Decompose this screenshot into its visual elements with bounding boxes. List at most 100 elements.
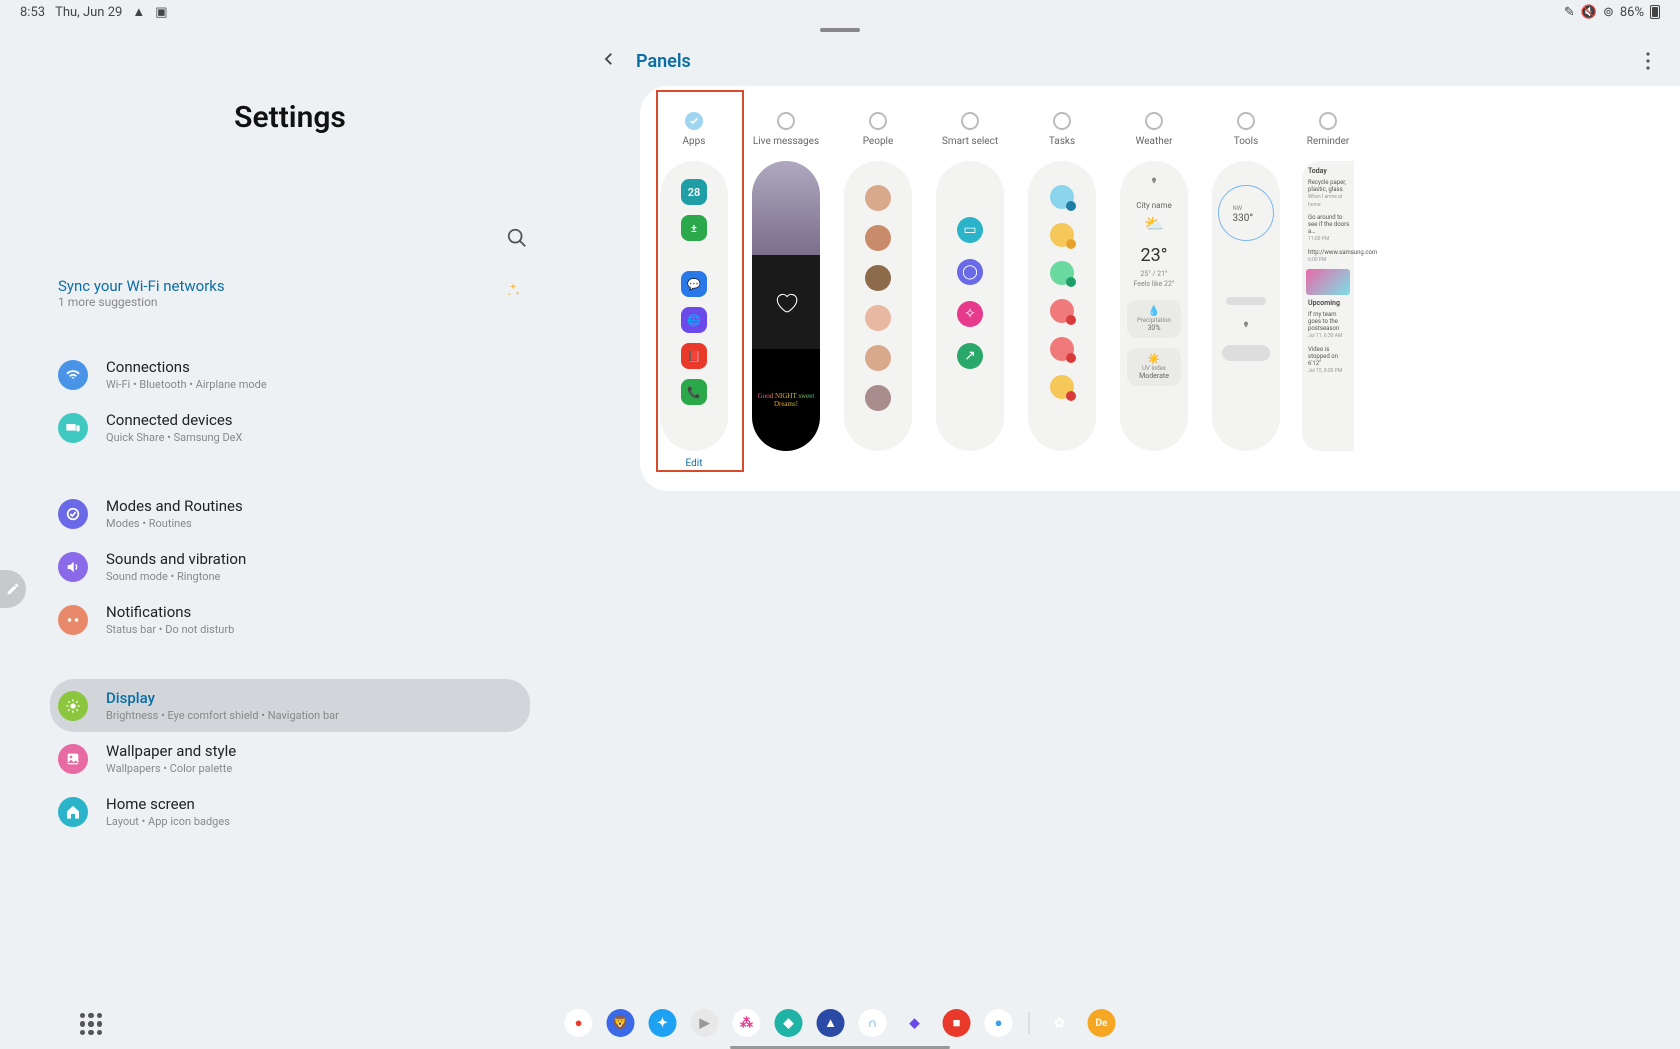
panel-label: People bbox=[863, 136, 894, 147]
radio-smartselect[interactable] bbox=[961, 112, 979, 130]
settings-item-notifications[interactable]: Notifications Status bar • Do not distur… bbox=[50, 593, 530, 646]
settings-item-connected-devices[interactable]: Connected devices Quick Share • Samsung … bbox=[50, 401, 530, 454]
back-button[interactable] bbox=[600, 50, 618, 72]
weather-uv: ☀️ UV Index Moderate bbox=[1127, 348, 1181, 386]
dock-app[interactable]: ✿ bbox=[1046, 1009, 1074, 1037]
suggestion-row[interactable]: Sync your Wi-Fi networks 1 more suggesti… bbox=[50, 271, 530, 315]
panels-card: Apps 28±💬🌐📕📞Edit Live messages Good NIGH… bbox=[640, 86, 1680, 491]
lm-tile bbox=[752, 255, 820, 349]
separator bbox=[50, 331, 530, 332]
app-icon: 💬 bbox=[681, 271, 707, 297]
status-bar: 8:53 Thu, Jun 29 ▲ ▣ ✎ 🔇 ⊚ 86% bbox=[0, 0, 1680, 24]
reminder-item: Recycle paper, plastic, glassWhen I arri… bbox=[1308, 179, 1350, 208]
settings-title: Settings bbox=[50, 100, 530, 135]
dock-app[interactable]: ◆ bbox=[775, 1009, 803, 1037]
radio-apps[interactable] bbox=[685, 112, 703, 130]
weather-city: City name bbox=[1136, 201, 1172, 210]
panel-smart-select[interactable]: Smart select ▭◯✧↗ bbox=[936, 106, 1004, 471]
settings-item-label: Modes and Routines bbox=[106, 497, 243, 515]
settings-item-display[interactable]: Display Brightness • Eye comfort shield … bbox=[50, 679, 530, 732]
weather-sub: 25° / 21° Feels like 22° bbox=[1133, 270, 1174, 290]
panel-label: Reminder bbox=[1307, 136, 1350, 147]
suggestion-title: Sync your Wi-Fi networks bbox=[58, 277, 225, 295]
settings-item-sub: Brightness • Eye comfort shield • Naviga… bbox=[106, 709, 339, 722]
smart-select-icon: ✧ bbox=[957, 301, 983, 327]
settings-item-sounds-and-vibration[interactable]: Sounds and vibration Sound mode • Ringto… bbox=[50, 540, 530, 593]
dock-app[interactable]: ▶ bbox=[691, 1009, 719, 1037]
dock: ● 🦁 ✦ ▶ ⁂ ◆ ▲ ∩ ◆ ■ ● ✿ De bbox=[553, 1003, 1128, 1043]
edit-link[interactable]: Edit bbox=[686, 458, 703, 469]
settings-item-label: Connections bbox=[106, 358, 267, 376]
more-vert-icon bbox=[1646, 52, 1650, 70]
panel-people[interactable]: People bbox=[844, 106, 912, 471]
dock-app[interactable]: ∩ bbox=[859, 1009, 887, 1037]
drag-handle[interactable] bbox=[820, 28, 860, 32]
radio-people[interactable] bbox=[869, 112, 887, 130]
check-icon bbox=[689, 116, 699, 126]
settings-item-wallpaper-and-style[interactable]: Wallpaper and style Wallpapers • Color p… bbox=[50, 732, 530, 785]
dock-app[interactable]: ⁂ bbox=[733, 1009, 761, 1037]
panel-tools[interactable]: Tools NW 330° bbox=[1212, 106, 1280, 471]
settings-item-sub: Sound mode • Ringtone bbox=[106, 570, 246, 583]
people-preview bbox=[844, 161, 912, 451]
radio-tasks[interactable] bbox=[1053, 112, 1071, 130]
settings-item-label: Connected devices bbox=[106, 411, 242, 429]
task-icon bbox=[1050, 223, 1074, 247]
smartselect-preview: ▭◯✧↗ bbox=[936, 161, 1004, 451]
mute-icon: 🔇 bbox=[1581, 6, 1597, 19]
dock-app[interactable]: ▲ bbox=[817, 1009, 845, 1037]
warning-icon: ▲ bbox=[132, 6, 145, 19]
dock-app[interactable]: ● bbox=[565, 1009, 593, 1037]
panel-reminder[interactable]: Reminder Today Recycle paper, plastic, g… bbox=[1304, 106, 1352, 471]
settings-item-label: Home screen bbox=[106, 795, 230, 813]
radio-livemsg[interactable] bbox=[777, 112, 795, 130]
panel-tasks[interactable]: Tasks bbox=[1028, 106, 1096, 471]
grey-pill bbox=[1222, 345, 1270, 361]
dock-app[interactable]: 🦁 bbox=[607, 1009, 635, 1037]
settings-item-connections[interactable]: Connections Wi-Fi • Bluetooth • Airplane… bbox=[50, 348, 530, 401]
avatar bbox=[865, 385, 891, 411]
pen-icon: ✎ bbox=[1564, 6, 1575, 19]
app-drawer-button[interactable] bbox=[80, 1013, 102, 1035]
battery-percent: 86% bbox=[1620, 5, 1644, 20]
reminder-item: http://www.samsung.com6:00 PM bbox=[1308, 249, 1377, 263]
settings-item-sub: Status bar • Do not disturb bbox=[106, 623, 234, 636]
reminder-item: Video is stopped on 6'12"Jul 15, 8:00 PM bbox=[1308, 346, 1350, 375]
settings-item-home-screen[interactable]: Home screen Layout • App icon badges bbox=[50, 785, 530, 838]
heart-icon bbox=[773, 289, 799, 315]
image-icon: ▣ bbox=[155, 6, 167, 19]
dock-app[interactable]: ◆ bbox=[901, 1009, 929, 1037]
settings-item-sub: Modes • Routines bbox=[106, 517, 243, 530]
settings-item-sub: Layout • App icon badges bbox=[106, 815, 230, 828]
settings-item-icon bbox=[58, 744, 88, 774]
task-icon bbox=[1050, 337, 1074, 361]
panel-label: Weather bbox=[1136, 136, 1173, 147]
settings-item-icon bbox=[58, 691, 88, 721]
more-button[interactable] bbox=[1636, 49, 1660, 73]
radio-reminder[interactable] bbox=[1319, 112, 1337, 130]
task-icon bbox=[1050, 185, 1074, 209]
reminder-upcoming: Upcoming bbox=[1308, 299, 1340, 307]
dock-app[interactable]: ■ bbox=[943, 1009, 971, 1037]
panel-weather[interactable]: Weather City name ⛅ 23° 25° / 21° Feels … bbox=[1120, 106, 1188, 471]
separator bbox=[669, 255, 719, 257]
settings-item-icon bbox=[58, 552, 88, 582]
search-button[interactable] bbox=[504, 225, 530, 251]
panel-apps[interactable]: Apps 28±💬🌐📕📞Edit bbox=[660, 106, 728, 471]
settings-item-label: Sounds and vibration bbox=[106, 550, 246, 568]
search-icon bbox=[506, 227, 528, 249]
settings-item-modes-and-routines[interactable]: Modes and Routines Modes • Routines bbox=[50, 487, 530, 540]
radio-tools[interactable] bbox=[1237, 112, 1255, 130]
radio-weather[interactable] bbox=[1145, 112, 1163, 130]
dock-app[interactable]: De bbox=[1088, 1009, 1116, 1037]
settings-list: Settings Sync your Wi-Fi networks 1 more… bbox=[50, 100, 530, 838]
panels-title: Panels bbox=[636, 51, 691, 72]
edge-handle[interactable] bbox=[0, 570, 26, 608]
dock-app[interactable]: ● bbox=[985, 1009, 1013, 1037]
panel-live-messages[interactable]: Live messages Good NIGHT sweet Dreams! bbox=[752, 106, 820, 471]
tools-preview: NW 330° bbox=[1212, 161, 1280, 451]
dock-app[interactable]: ✦ bbox=[649, 1009, 677, 1037]
chevron-left-icon bbox=[600, 50, 618, 68]
smart-select-icon: ◯ bbox=[957, 259, 983, 285]
settings-item-sub: Wallpapers • Color palette bbox=[106, 762, 236, 775]
